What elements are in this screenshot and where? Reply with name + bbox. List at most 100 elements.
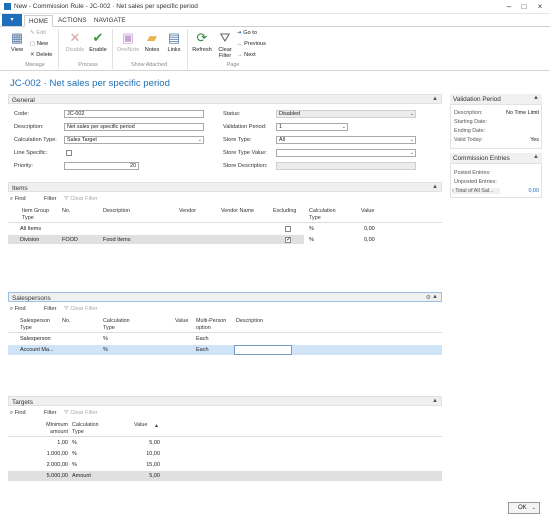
- description-field[interactable]: Net sales per specific period: [64, 123, 204, 131]
- sp-row-2-description-input[interactable]: [234, 345, 292, 355]
- target-row-1-min[interactable]: 1,00: [38, 440, 68, 446]
- salespersons-fasttab-header[interactable]: Salespersons ⚙ ▲: [8, 292, 442, 302]
- target-row-4-min[interactable]: 5.000,00: [38, 473, 68, 479]
- validation-factbox-header[interactable]: Validation Period ▲: [450, 94, 542, 105]
- target-row-4-calc[interactable]: Amount: [72, 473, 91, 479]
- col-multi-person-option[interactable]: Multi-Person option: [196, 318, 232, 331]
- sp-row-1-type[interactable]: Salesperson: [20, 336, 51, 342]
- sp-filter-button[interactable]: Filter: [44, 306, 56, 312]
- maximize-icon[interactable]: □: [518, 2, 530, 12]
- gear-icon[interactable]: ⚙: [426, 294, 431, 301]
- edit-button[interactable]: ✎ Edit: [30, 30, 46, 36]
- delete-button[interactable]: ✕ Delete: [30, 52, 52, 58]
- commission-factbox-header[interactable]: Commission Entries ▲: [450, 153, 542, 164]
- targets-filter-button[interactable]: Filter: [44, 410, 56, 416]
- col-calculation-type[interactable]: Calculation Type: [103, 318, 133, 331]
- targets-clear-filter-button[interactable]: ⛛ Clear Filter: [64, 410, 98, 417]
- validation-period-select[interactable]: 1 ⌄: [276, 123, 348, 131]
- collapse-icon[interactable]: ▲: [533, 95, 539, 101]
- col-salesperson-type[interactable]: Salesperson Type: [20, 318, 54, 331]
- items-fasttab-header[interactable]: Items ▲: [8, 182, 442, 192]
- tab-navigate[interactable]: NAVIGATE: [94, 17, 126, 24]
- col-excluding[interactable]: Excluding: [273, 208, 296, 215]
- item-row-1-excluding-checkbox[interactable]: [285, 226, 291, 232]
- col-no[interactable]: No.: [62, 208, 70, 215]
- minimize-icon[interactable]: –: [503, 2, 515, 12]
- col-no[interactable]: No.: [62, 318, 70, 325]
- collapse-icon[interactable]: ▲: [432, 184, 438, 190]
- col-vendor[interactable]: Vendor: [179, 208, 196, 215]
- col-description[interactable]: Description: [103, 208, 130, 215]
- col-calculation-type[interactable]: Calculation Type: [72, 422, 106, 435]
- ok-button[interactable]: OK ⌄: [508, 502, 540, 514]
- tab-home[interactable]: HOME: [24, 15, 54, 27]
- sp-row-1-calc[interactable]: %: [103, 336, 108, 342]
- target-row-3-calc[interactable]: %: [72, 462, 77, 468]
- sp-row-2-type[interactable]: Account Ma...: [20, 347, 54, 353]
- item-row-2-no[interactable]: FOOD: [62, 237, 78, 243]
- close-icon[interactable]: ×: [534, 2, 546, 12]
- collapse-icon[interactable]: ▲: [533, 154, 539, 160]
- next-button[interactable]: → Next: [237, 52, 256, 58]
- goto-button[interactable]: ➜ Go to: [237, 30, 257, 36]
- targets-find-button[interactable]: ⌕ Find: [10, 410, 26, 417]
- item-row-1-calc[interactable]: %: [309, 226, 314, 232]
- calc-type-select[interactable]: Sales Target ⌄: [64, 136, 204, 144]
- col-minimum-amount[interactable]: Minimum amount: [38, 422, 68, 435]
- table-row-selected[interactable]: [8, 345, 442, 355]
- target-row-2-min[interactable]: 1.000,00: [38, 451, 68, 457]
- status-select[interactable]: Disabled ⌄: [276, 110, 416, 118]
- item-row-1-value[interactable]: 0,00: [364, 226, 375, 232]
- item-row-1-type[interactable]: All Items: [20, 226, 41, 232]
- target-row-1-calc[interactable]: %: [72, 440, 77, 446]
- item-row-2-value[interactable]: 0,00: [364, 237, 375, 243]
- items-clear-filter-button[interactable]: ⛛ Clear Filter: [64, 196, 98, 203]
- col-calculation-type[interactable]: Calculation Type: [309, 208, 339, 221]
- store-type-select[interactable]: All ⌄: [276, 136, 416, 144]
- sp-clear-filter-button[interactable]: ⛛ Clear Filter: [64, 306, 98, 313]
- onenote-button[interactable]: ▣ OneNote: [116, 31, 140, 54]
- view-button[interactable]: ▦ View: [8, 31, 26, 54]
- collapse-icon[interactable]: ▲: [432, 96, 438, 102]
- target-row-1-value[interactable]: 5,00: [130, 440, 160, 446]
- items-find-button[interactable]: ⌕ Find: [10, 196, 26, 203]
- target-row-3-min[interactable]: 2.000,00: [38, 462, 68, 468]
- sp-find-button[interactable]: ⌕ Find: [10, 306, 26, 313]
- fb-description-value[interactable]: No Time Limit: [490, 110, 539, 116]
- notes-button[interactable]: ▰ Notes: [143, 31, 161, 54]
- sp-row-2-multi[interactable]: Each: [196, 347, 209, 353]
- sort-ascending-icon[interactable]: ▲: [154, 423, 159, 430]
- collapse-icon[interactable]: ▲: [432, 294, 438, 300]
- target-row-3-value[interactable]: 15,00: [130, 462, 160, 468]
- item-row-2-excluding-checkbox[interactable]: ✓: [285, 237, 291, 243]
- item-row-2-desc[interactable]: Food Items: [103, 237, 131, 243]
- line-specific-checkbox[interactable]: [66, 150, 72, 156]
- app-menu-button[interactable]: ▾: [2, 14, 22, 26]
- sp-row-2-calc[interactable]: %: [103, 347, 108, 353]
- priority-field[interactable]: 20: [64, 162, 139, 170]
- col-value[interactable]: Value: [175, 318, 188, 325]
- sp-row-1-multi[interactable]: Each: [196, 336, 209, 342]
- item-row-2-calc[interactable]: %: [309, 237, 314, 243]
- target-row-2-calc[interactable]: %: [72, 451, 77, 457]
- item-row-2-type[interactable]: Division: [20, 237, 39, 243]
- total-expand-icon[interactable]: ‹: [452, 188, 454, 194]
- col-item-group-type[interactable]: Item Group Type: [22, 208, 56, 221]
- clear-filter-button[interactable]: ⛛ Clear Filter: [215, 31, 235, 60]
- links-button[interactable]: ▤ Links: [165, 31, 183, 54]
- new-button[interactable]: ▢ New: [30, 41, 48, 47]
- targets-fasttab-header[interactable]: Targets ▲: [8, 396, 442, 406]
- col-vendor-name[interactable]: Vendor Name: [221, 208, 254, 215]
- target-row-4-value[interactable]: 5,00: [130, 473, 160, 479]
- refresh-button[interactable]: ⟳ Refresh: [191, 31, 213, 54]
- previous-button[interactable]: ← Previous: [237, 41, 266, 47]
- col-value[interactable]: Value: [134, 422, 147, 429]
- code-field[interactable]: JC-002: [64, 110, 204, 118]
- table-row-selected[interactable]: [8, 235, 304, 244]
- items-filter-button[interactable]: Filter: [44, 196, 56, 202]
- collapse-icon[interactable]: ▲: [432, 398, 438, 404]
- disable-button[interactable]: ✕ Disable: [64, 31, 86, 54]
- col-description[interactable]: Description: [236, 318, 263, 325]
- store-type-value-select[interactable]: ⌄: [276, 149, 416, 157]
- tab-actions[interactable]: ACTIONS: [58, 17, 87, 24]
